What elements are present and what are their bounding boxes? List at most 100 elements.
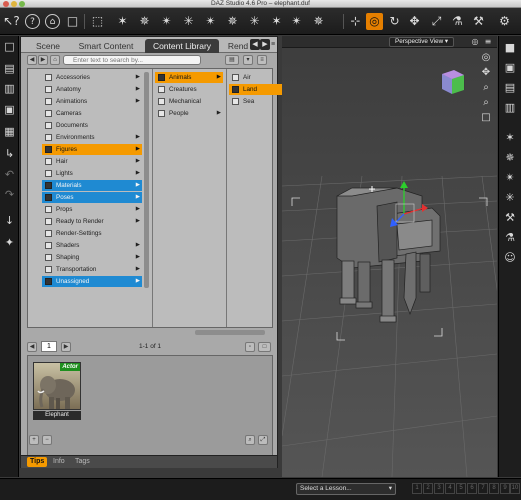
list-item[interactable]: Sea	[229, 96, 283, 107]
tab-info[interactable]: Info	[50, 457, 68, 467]
list-item[interactable]: Unassigned ▶	[42, 276, 142, 287]
morph-tool-icon[interactable]: ✴	[158, 13, 175, 30]
list-item[interactable]: Transportation ▶	[42, 264, 142, 275]
timeline-icon[interactable]: ⚗	[502, 230, 518, 246]
orbit-icon[interactable]: ◎	[479, 51, 493, 64]
camera-dropdown[interactable]: Perspective View ▾	[389, 37, 455, 47]
undo-icon[interactable]: ↶	[2, 167, 17, 182]
open-file-icon[interactable]: ▤	[2, 61, 17, 76]
horizontal-scrollbar[interactable]	[195, 330, 265, 335]
region-nav-icon[interactable]: ✳	[246, 13, 263, 30]
lesson-step[interactable]: 6	[467, 483, 477, 494]
scale-tool-icon[interactable]: ⤢	[428, 13, 445, 30]
lesson-step[interactable]: 10	[510, 483, 520, 494]
zoom-icon[interactable]: ⌕	[479, 81, 493, 94]
back-icon[interactable]: ◀	[27, 55, 37, 65]
puppeteer-icon[interactable]: ☺	[502, 250, 518, 266]
render-settings-icon[interactable]: ✴	[502, 170, 518, 186]
universal-tool-icon[interactable]: ◎	[366, 13, 383, 30]
forward-icon[interactable]: ▶	[38, 55, 48, 65]
page-number-input[interactable]	[41, 341, 57, 352]
viewport[interactable]: Perspective View ▾ ◎ ≡ ◎ ✥ ⌕ ⌕ □	[282, 36, 497, 477]
viewport-menu-icon[interactable]: ≡	[481, 36, 495, 49]
list-item[interactable]: Land	[229, 84, 283, 95]
tab-render[interactable]: Rend	[224, 39, 252, 53]
new-scene-icon[interactable]: □	[64, 13, 81, 30]
list-item[interactable]: Anatomy ▶	[42, 84, 142, 95]
tool-settings-icon[interactable]: ✳	[502, 190, 518, 206]
tab-scene[interactable]: Scene	[29, 39, 67, 53]
surface-select-icon[interactable]: ✴	[288, 13, 305, 30]
select-tool-icon[interactable]: ⊹	[347, 13, 364, 30]
shaping-icon[interactable]: ▤	[502, 80, 518, 96]
icon-size-small-icon[interactable]: ▫	[245, 342, 255, 352]
weight-map-icon[interactable]: ✴	[202, 13, 219, 30]
list-item[interactable]: Props ▶	[42, 204, 142, 215]
new-file-icon[interactable]: □	[2, 39, 17, 54]
posing-icon[interactable]: ▣	[502, 60, 518, 76]
list-item[interactable]: Animations ▶	[42, 96, 142, 107]
tab-tips[interactable]: Tips	[27, 457, 48, 467]
lesson-step[interactable]: 4	[445, 483, 455, 494]
redo-icon[interactable]: ↷	[2, 187, 17, 202]
icon-size-large-icon[interactable]: □	[258, 342, 271, 352]
active-pose-icon[interactable]: ⚗	[449, 13, 466, 30]
frame-icon[interactable]: □	[479, 111, 493, 124]
filter-icon[interactable]: ▤	[225, 55, 239, 65]
list-item[interactable]: Shaders ▶	[42, 240, 142, 251]
parameters-icon[interactable]: ■	[502, 40, 518, 56]
list-item[interactable]: People ▶	[155, 108, 223, 119]
help-icon[interactable]: ?	[25, 14, 40, 29]
list-item[interactable]: Accessories ▶	[42, 72, 142, 83]
list-item[interactable]: Figures ▶	[42, 144, 142, 155]
navigation-cube[interactable]	[436, 66, 468, 98]
scene-info-icon[interactable]: ✵	[310, 13, 327, 30]
list-item[interactable]: Ready to Render ▶	[42, 216, 142, 227]
cameras-icon[interactable]: ✵	[502, 150, 518, 166]
list-item[interactable]: Documents	[42, 120, 142, 131]
drop-to-floor-icon[interactable]: ↓	[2, 213, 17, 228]
render-icon[interactable]: ⚙	[496, 13, 513, 30]
node-selection-icon[interactable]: ⬚	[89, 13, 106, 30]
prev-page-icon[interactable]: ◀	[27, 342, 37, 352]
options-menu-icon[interactable]: ≡	[257, 55, 267, 65]
list-item[interactable]: Lights ▶	[42, 168, 142, 179]
translate-tool-icon[interactable]: ✥	[406, 13, 423, 30]
zoom-icon[interactable]: ⤢	[258, 435, 268, 445]
list-item[interactable]: Poses ▶	[42, 192, 142, 203]
what-is-this-icon[interactable]: ↖?	[3, 13, 20, 30]
list-item[interactable]: Cameras	[42, 108, 142, 119]
joint-editor-icon[interactable]: ✵	[136, 13, 153, 30]
home-icon[interactable]: ⌂	[45, 14, 60, 29]
lesson-step[interactable]: 2	[423, 483, 433, 494]
tree-scrollbar[interactable]	[144, 72, 149, 288]
spot-render-icon[interactable]: ✵	[224, 13, 241, 30]
lesson-select[interactable]: Select a Lesson... ▾	[296, 483, 396, 495]
list-item[interactable]: Environments ▶	[42, 132, 142, 143]
list-item[interactable]: Mechanical	[155, 96, 223, 107]
node-weight-icon[interactable]: ✶	[268, 13, 285, 30]
list-item[interactable]: Shaping ▶	[42, 252, 142, 263]
save-icon[interactable]: ▣	[2, 102, 17, 117]
tab-tags[interactable]: Tags	[72, 457, 93, 467]
remove-icon[interactable]: −	[42, 435, 52, 445]
dolly-icon[interactable]: ⌕	[479, 96, 493, 109]
tab-smart-content[interactable]: Smart Content	[71, 39, 141, 53]
list-item[interactable]: Animals ▶	[155, 72, 223, 83]
search-icon[interactable]: ⌕	[245, 435, 255, 445]
next-page-icon[interactable]: ▶	[61, 342, 71, 352]
pan-icon[interactable]: ✥	[479, 66, 493, 79]
surfaces-icon[interactable]: ▥	[502, 100, 518, 116]
merge-file-icon[interactable]: ▥	[2, 81, 17, 96]
rotate-tool-icon[interactable]: ↻	[386, 13, 403, 30]
list-item[interactable]: Air	[229, 72, 283, 83]
search-input[interactable]	[63, 55, 201, 65]
lesson-step[interactable]: 7	[478, 483, 488, 494]
lesson-step[interactable]: 5	[456, 483, 466, 494]
list-item[interactable]: Hair ▶	[42, 156, 142, 167]
list-item[interactable]: Render-Settings	[42, 228, 142, 239]
viewport-options-icon[interactable]: ◎	[468, 36, 482, 49]
elephant-thumbnail[interactable]: Actor	[33, 362, 81, 410]
light-tool-icon[interactable]: ✶	[114, 13, 131, 30]
surface-selection-icon[interactable]: ⚒	[470, 13, 487, 30]
